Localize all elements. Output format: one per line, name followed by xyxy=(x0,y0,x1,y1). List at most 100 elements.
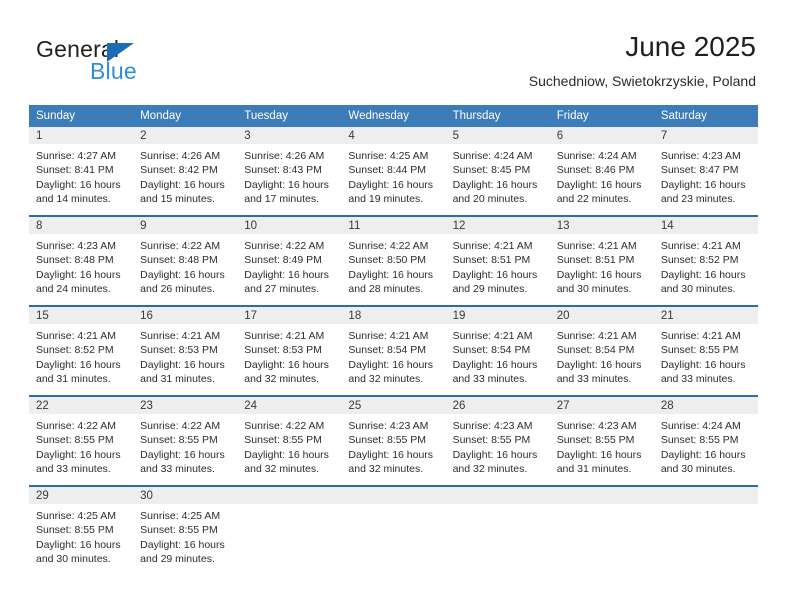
day-cell[interactable]: 23 Sunrise: 4:22 AM Sunset: 8:55 PM Dayligh… xyxy=(133,397,238,485)
sunrise-text: Sunrise: 4:21 AM xyxy=(140,330,221,342)
daylight-text-line1: Daylight: 16 hours xyxy=(36,448,121,461)
day-number: 1 xyxy=(29,127,134,144)
day-cell[interactable]: 19 Sunrise: 4:21 AM Sunset: 8:54 PM Dayligh… xyxy=(445,307,550,395)
day-cell[interactable]: 20 Sunrise: 4:21 AM Sunset: 8:54 PM Dayligh… xyxy=(549,307,654,395)
day-number: 29 xyxy=(29,487,134,504)
day-cell-empty xyxy=(445,487,550,575)
day-cell[interactable]: 30 Sunrise: 4:25 AM Sunset: 8:55 PM Dayligh… xyxy=(133,487,238,575)
day-details xyxy=(550,504,654,509)
weekday-header-tuesday: Tuesday xyxy=(237,105,342,127)
sunrise-text: Sunrise: 4:21 AM xyxy=(452,240,533,252)
day-number: 18 xyxy=(341,307,446,324)
daylight-text-line1: Daylight: 16 hours xyxy=(556,358,642,371)
day-number: 10 xyxy=(237,217,342,234)
day-cell[interactable]: 14 Sunrise: 4:21 AM Sunset: 8:52 PM Dayligh… xyxy=(653,217,758,305)
page-header: General Blue June 2025 Suchedniow, Swiet… xyxy=(0,0,792,96)
day-cell[interactable]: 17 Sunrise: 4:21 AM Sunset: 8:53 PM Dayligh… xyxy=(237,307,342,395)
weekday-header-saturday: Saturday xyxy=(653,105,758,127)
sunrise-text: Sunrise: 4:21 AM xyxy=(348,330,429,342)
day-details: Sunrise: 4:24 AM Sunset: 8:45 PM Daylight:… xyxy=(446,144,550,206)
day-number: 26 xyxy=(445,397,550,414)
weekday-header-wednesday: Wednesday xyxy=(341,105,446,127)
title-block: June 2025 Suchedniow, Swietokrzyskie, Po… xyxy=(529,30,756,90)
sunrise-text: Sunrise: 4:26 AM xyxy=(244,150,325,162)
calendar-table: Sunday Monday Tuesday Wednesday Thursday… xyxy=(29,105,758,575)
day-cell[interactable]: 3 Sunrise: 4:26 AM Sunset: 8:43 PM Daylight… xyxy=(237,127,342,215)
day-cell[interactable]: 29 Sunrise: 4:25 AM Sunset: 8:55 PM Dayligh… xyxy=(29,487,134,575)
sunrise-text: Sunrise: 4:26 AM xyxy=(140,150,221,162)
daylight-text-line2: and 31 minutes. xyxy=(36,372,111,385)
day-cell[interactable]: 4 Sunrise: 4:25 AM Sunset: 8:44 PM Daylight… xyxy=(341,127,446,215)
calendar-week-row: 8 Sunrise: 4:23 AM Sunset: 8:48 PM Daylight… xyxy=(29,217,758,305)
daylight-text-line2: and 30 minutes. xyxy=(660,462,736,475)
daylight-text-line2: and 33 minutes. xyxy=(36,462,111,475)
day-number xyxy=(237,487,342,504)
sunset-text: Sunset: 8:50 PM xyxy=(348,254,427,267)
day-details: Sunrise: 4:21 AM Sunset: 8:54 PM Daylight:… xyxy=(550,324,654,386)
day-number: 22 xyxy=(29,397,134,414)
sunrise-text: Sunrise: 4:22 AM xyxy=(244,420,325,432)
weekday-header-thursday: Thursday xyxy=(445,105,550,127)
day-number: 4 xyxy=(341,127,446,144)
daylight-text-line2: and 32 minutes. xyxy=(244,372,319,385)
daylight-text-line1: Daylight: 16 hours xyxy=(140,268,225,281)
day-details: Sunrise: 4:21 AM Sunset: 8:53 PM Daylight:… xyxy=(237,324,341,386)
daylight-text-line1: Daylight: 16 hours xyxy=(140,358,225,371)
day-cell[interactable]: 15 Sunrise: 4:21 AM Sunset: 8:52 PM Dayligh… xyxy=(29,307,134,395)
day-cell[interactable]: 28 Sunrise: 4:24 AM Sunset: 8:55 PM Dayligh… xyxy=(653,397,758,485)
day-cell[interactable]: 25 Sunrise: 4:23 AM Sunset: 8:55 PM Dayligh… xyxy=(341,397,446,485)
day-cell[interactable]: 26 Sunrise: 4:23 AM Sunset: 8:55 PM Dayligh… xyxy=(445,397,550,485)
sunrise-text: Sunrise: 4:27 AM xyxy=(36,150,116,162)
day-cell[interactable]: 21 Sunrise: 4:21 AM Sunset: 8:55 PM Dayligh… xyxy=(653,307,758,395)
sunset-text: Sunset: 8:54 PM xyxy=(348,344,427,357)
day-number: 15 xyxy=(29,307,134,324)
daylight-text-line1: Daylight: 16 hours xyxy=(36,268,121,281)
day-details: Sunrise: 4:22 AM Sunset: 8:55 PM Daylight:… xyxy=(29,414,133,476)
day-cell[interactable]: 9 Sunrise: 4:22 AM Sunset: 8:48 PM Daylight… xyxy=(133,217,238,305)
sunset-text: Sunset: 8:48 PM xyxy=(36,254,114,267)
sunrise-text: Sunrise: 4:22 AM xyxy=(140,240,221,252)
day-cell[interactable]: 11 Sunrise: 4:22 AM Sunset: 8:50 PM Dayligh… xyxy=(341,217,446,305)
day-details xyxy=(446,504,550,509)
day-cell[interactable]: 12 Sunrise: 4:21 AM Sunset: 8:51 PM Dayligh… xyxy=(445,217,550,305)
day-cell[interactable]: 22 Sunrise: 4:22 AM Sunset: 8:55 PM Dayligh… xyxy=(29,397,134,485)
day-cell[interactable]: 24 Sunrise: 4:22 AM Sunset: 8:55 PM Dayligh… xyxy=(237,397,342,485)
day-cell[interactable]: 10 Sunrise: 4:22 AM Sunset: 8:49 PM Dayligh… xyxy=(237,217,342,305)
day-cell[interactable]: 16 Sunrise: 4:21 AM Sunset: 8:53 PM Dayligh… xyxy=(133,307,238,395)
daylight-text-line1: Daylight: 16 hours xyxy=(660,178,746,191)
sunset-text: Sunset: 8:55 PM xyxy=(36,434,114,447)
day-details: Sunrise: 4:21 AM Sunset: 8:55 PM Daylight:… xyxy=(654,324,758,386)
day-details xyxy=(341,504,445,509)
general-blue-logo[interactable]: General Blue xyxy=(36,36,236,88)
day-cell-empty xyxy=(237,487,342,575)
day-cell[interactable]: 7 Sunrise: 4:23 AM Sunset: 8:47 PM Daylight… xyxy=(653,127,758,215)
sunset-text: Sunset: 8:42 PM xyxy=(140,164,218,177)
daylight-text-line2: and 24 minutes. xyxy=(36,282,111,295)
sunset-text: Sunset: 8:53 PM xyxy=(244,344,322,357)
sunset-text: Sunset: 8:41 PM xyxy=(36,164,114,177)
day-cell[interactable]: 1 Sunrise: 4:27 AM Sunset: 8:41 PM Daylight… xyxy=(29,127,134,215)
day-details: Sunrise: 4:21 AM Sunset: 8:52 PM Daylight:… xyxy=(29,324,133,386)
calendar-week-row: 1 Sunrise: 4:27 AM Sunset: 8:41 PM Daylight… xyxy=(29,127,758,215)
day-cell[interactable]: 8 Sunrise: 4:23 AM Sunset: 8:48 PM Daylight… xyxy=(29,217,134,305)
day-cell[interactable]: 6 Sunrise: 4:24 AM Sunset: 8:46 PM Daylight… xyxy=(549,127,654,215)
calendar-header-row: Sunday Monday Tuesday Wednesday Thursday… xyxy=(29,105,758,127)
sunset-text: Sunset: 8:55 PM xyxy=(348,434,427,447)
weekday-header-monday: Monday xyxy=(133,105,238,127)
sunrise-text: Sunrise: 4:21 AM xyxy=(556,330,637,342)
day-cell-empty xyxy=(341,487,446,575)
weekday-header-sunday: Sunday xyxy=(29,105,134,127)
day-cell[interactable]: 5 Sunrise: 4:24 AM Sunset: 8:45 PM Daylight… xyxy=(445,127,550,215)
day-cell[interactable]: 13 Sunrise: 4:21 AM Sunset: 8:51 PM Dayligh… xyxy=(549,217,654,305)
day-cell[interactable]: 2 Sunrise: 4:26 AM Sunset: 8:42 PM Daylight… xyxy=(133,127,238,215)
sunrise-text: Sunrise: 4:21 AM xyxy=(452,330,533,342)
daylight-text-line1: Daylight: 16 hours xyxy=(452,448,538,461)
daylight-text-line2: and 29 minutes. xyxy=(140,552,215,565)
day-cell[interactable]: 18 Sunrise: 4:21 AM Sunset: 8:54 PM Dayligh… xyxy=(341,307,446,395)
page-title: June 2025 xyxy=(625,31,756,62)
calendar-body: 1 Sunrise: 4:27 AM Sunset: 8:41 PM Daylight… xyxy=(29,127,758,575)
daylight-text-line1: Daylight: 16 hours xyxy=(348,448,434,461)
day-cell[interactable]: 27 Sunrise: 4:23 AM Sunset: 8:55 PM Dayligh… xyxy=(549,397,654,485)
sunset-text: Sunset: 8:48 PM xyxy=(140,254,218,267)
daylight-text-line2: and 33 minutes. xyxy=(556,372,632,385)
